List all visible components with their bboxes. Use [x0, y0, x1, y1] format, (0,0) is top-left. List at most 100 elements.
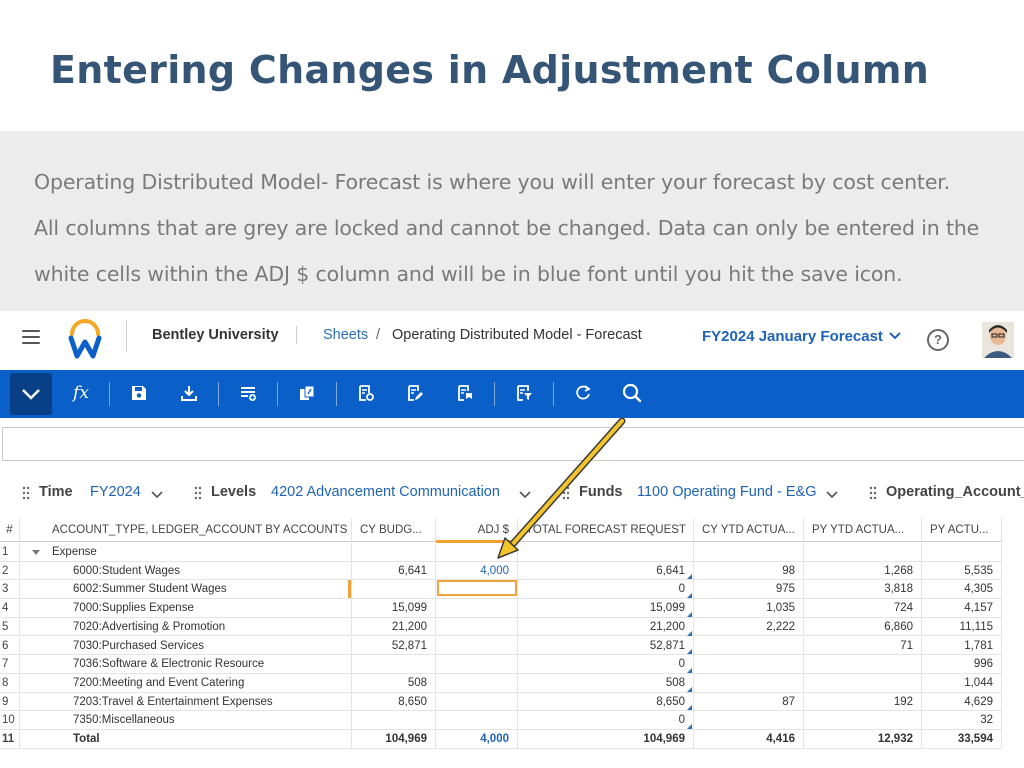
sheet-settings-button[interactable] [353, 380, 379, 406]
save-icon [132, 386, 146, 400]
refresh-button[interactable] [570, 380, 596, 406]
adj-cell[interactable] [436, 711, 518, 730]
insert-row-button[interactable] [235, 380, 261, 406]
cell-indicator-icon [687, 611, 692, 617]
drag-handle-icon[interactable] [562, 486, 570, 500]
account-cell: 7200:Meeting and Event Catering [20, 673, 352, 693]
filter-sheet-icon [517, 385, 532, 401]
search-button[interactable] [619, 380, 645, 406]
breadcrumb-sheets-link[interactable]: Sheets [323, 327, 368, 343]
chevron-down-icon[interactable] [825, 487, 839, 501]
fx-icon: fx [73, 383, 89, 403]
chevron-down-icon [22, 389, 40, 400]
cell-indicator-icon [687, 649, 692, 655]
total-forecast-cell: 104,969 [518, 730, 694, 749]
py-actual-cell: 11,115 [922, 617, 1002, 637]
toolbar-divider [218, 382, 219, 406]
drag-handle-icon[interactable] [194, 486, 202, 500]
cy-ytd-cell [694, 673, 804, 693]
scenario-selector[interactable]: FY2024 January Forecast [702, 328, 883, 345]
adj-cell[interactable] [436, 599, 518, 618]
breadcrumb-separator: / [376, 327, 381, 343]
drag-handle-icon[interactable] [869, 486, 877, 500]
cell-indicator-icon [687, 630, 692, 636]
collapse-button[interactable] [10, 373, 52, 415]
filter-sheet-button[interactable] [511, 380, 537, 406]
column-header[interactable]: TOTAL FORECAST REQUEST [518, 518, 694, 542]
cy-ytd-cell [694, 636, 804, 656]
edit-sheet-button[interactable] [402, 380, 428, 406]
column-header[interactable]: CY BUDG... [352, 518, 436, 542]
adj-cell[interactable] [436, 673, 518, 693]
cy-budget-cell: 52,871 [352, 636, 436, 656]
chevron-down-icon[interactable] [888, 328, 902, 342]
save-button[interactable] [126, 380, 152, 406]
adj-cell[interactable] [436, 692, 518, 712]
cell-indicator-icon [687, 593, 692, 599]
expand-caret-icon[interactable] [32, 550, 40, 555]
fx-button[interactable]: fx [68, 380, 94, 406]
active-row-indicator [348, 580, 351, 598]
drag-handle-icon[interactable] [22, 486, 30, 500]
adj-cell[interactable] [436, 543, 518, 562]
adj-cell[interactable] [436, 636, 518, 656]
avatar[interactable] [982, 322, 1014, 358]
filter-name-operating-account: Operating_Account_L [886, 484, 1024, 500]
filter-name-funds: Funds [579, 484, 623, 500]
app-header: Bentley University Sheets / Operating Di… [0, 312, 1024, 368]
menu-icon[interactable] [22, 330, 40, 344]
breadcrumb-divider [296, 326, 297, 344]
cy-budget-cell: 104,969 [352, 730, 436, 749]
cy-ytd-cell [694, 711, 804, 730]
filter-value-time[interactable]: FY2024 [90, 484, 141, 500]
selected-cell[interactable] [437, 580, 517, 596]
adj-cell[interactable]: 4,000 [436, 730, 518, 749]
description-line: Operating Distributed Model- Forecast is… [34, 170, 951, 194]
row-number-header[interactable]: # [0, 518, 20, 542]
column-header[interactable]: ADJ $ [436, 518, 518, 542]
download-button[interactable] [176, 380, 202, 406]
py-ytd-cell: 3,818 [804, 580, 922, 600]
filter-name-levels: Levels [211, 484, 257, 500]
formula-bar-input[interactable] [2, 427, 1024, 461]
app-screenshot: Bentley University Sheets / Operating Di… [0, 312, 1024, 768]
column-header[interactable]: ACCOUNT_TYPE, LEDGER_ACCOUNT BY ACCOUNTS [20, 518, 352, 542]
chevron-down-icon[interactable] [518, 487, 532, 501]
adj-column-highlight [436, 540, 518, 543]
dimension-filter-bar: Time FY2024 Levels 4202 Advancement Comm… [0, 480, 1024, 508]
filter-value-levels[interactable]: 4202 Advancement Communication [271, 484, 500, 500]
toolbar-divider [494, 382, 495, 406]
column-header[interactable]: PY ACTU... [922, 518, 1002, 542]
workday-logo[interactable] [68, 318, 102, 360]
py-ytd-cell: 724 [804, 599, 922, 618]
py-ytd-cell [804, 655, 922, 674]
toolbar-divider [109, 382, 110, 406]
cell-indicator-icon [687, 705, 692, 711]
cell-indicator-icon [687, 574, 692, 580]
py-actual-cell: 33,594 [922, 730, 1002, 749]
adj-cell[interactable] [436, 655, 518, 674]
column-header[interactable]: PY YTD ACTUA... [804, 518, 922, 542]
filter-value-funds[interactable]: 1100 Operating Fund - E&G [637, 484, 816, 500]
adj-cell[interactable]: 4,000 [436, 561, 518, 581]
column-header[interactable]: CY YTD ACTUA... [694, 518, 804, 542]
py-actual-cell: 1,044 [922, 673, 1002, 693]
description-line: white cells within the ADJ $ column and … [34, 262, 903, 286]
cy-ytd-cell: 975 [694, 580, 804, 600]
account-cell: 6002:Summer Student Wages [20, 580, 352, 600]
total-forecast-cell: 508 [518, 673, 694, 693]
cy-ytd-cell: 1,035 [694, 599, 804, 618]
chevron-down-icon[interactable] [150, 487, 164, 501]
description-box: Operating Distributed Model- Forecast is… [0, 131, 1024, 311]
row-number: 4 [0, 599, 20, 618]
breadcrumb-current-page: Operating Distributed Model - Forecast [392, 327, 642, 343]
adj-cell[interactable] [436, 617, 518, 637]
row-number: 1 [0, 543, 20, 562]
sheet-flag-button[interactable] [452, 380, 478, 406]
help-icon[interactable]: ? [927, 329, 949, 351]
function-button[interactable] [294, 380, 320, 406]
insert-row-icon [241, 387, 256, 401]
filter-name-time: Time [39, 484, 73, 500]
py-ytd-cell [804, 673, 922, 693]
edit-sheet-icon [408, 385, 423, 401]
